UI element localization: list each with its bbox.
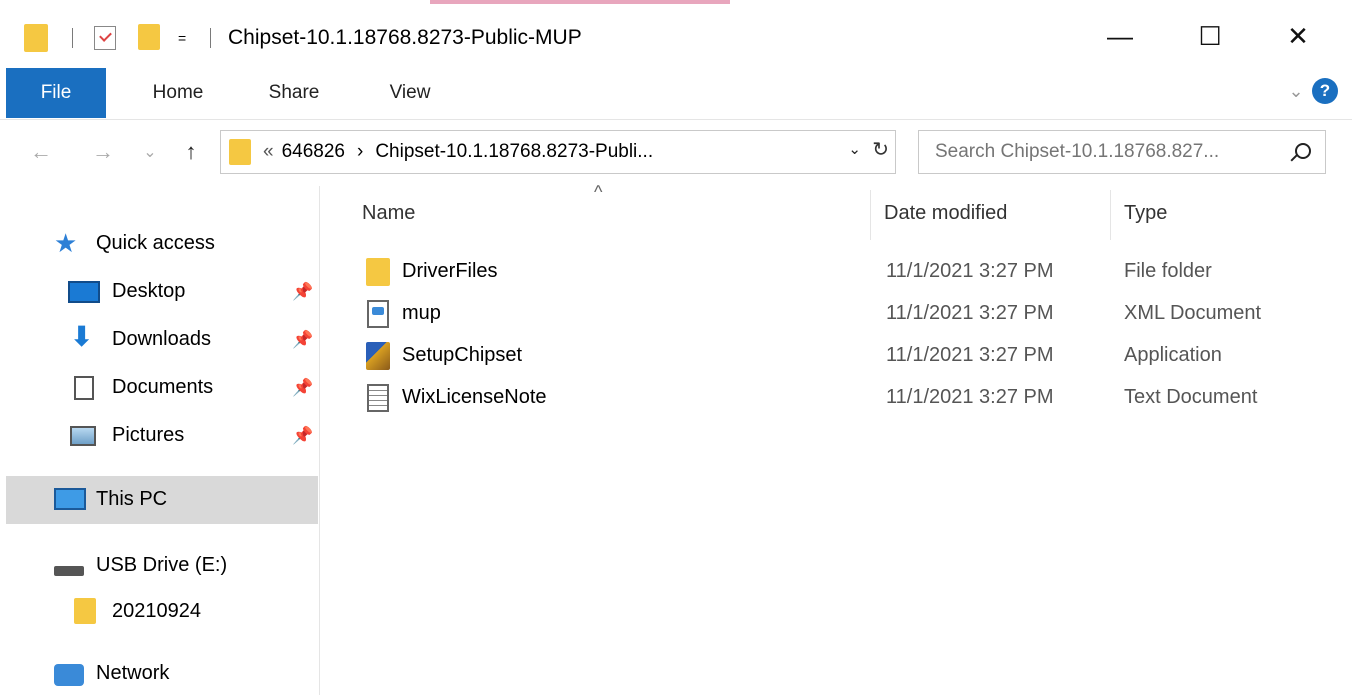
computer-icon [54,488,86,510]
properties-icon[interactable] [94,26,116,50]
ribbon-collapse-chevron-icon[interactable]: ⌄ [1284,78,1308,104]
pin-icon[interactable]: 📌 [292,330,313,350]
file-name: mup [402,302,441,324]
minimize-button[interactable]: — [1090,14,1150,58]
tab-view[interactable]: View [360,68,460,118]
usb-drive-icon [54,566,84,576]
title-separator [72,28,73,48]
pin-icon[interactable]: 📌 [292,426,313,446]
file-date: 11/1/2021 3:27 PM [886,344,1054,366]
customize-quick-access-dropdown[interactable]: = [178,30,186,46]
file-type: Text Document [1124,386,1258,408]
title-separator-2 [210,28,211,48]
file-date: 11/1/2021 3:27 PM [886,302,1054,324]
help-button[interactable]: ? [1312,78,1338,104]
sidebar-item-label: USB Drive (E:) [96,554,228,576]
sidebar-item-label: Documents [112,376,214,398]
list-item[interactable]: SetupChipset 11/1/2021 3:27 PM Applicati… [358,334,1338,376]
column-header-type[interactable]: Type [1124,186,1324,240]
up-button[interactable]: ↑ [176,132,206,172]
refresh-icon[interactable]: ↻ [872,137,889,162]
folder-icon [74,598,96,624]
file-list: ^ Name Date modified Type DriverFiles 11… [322,182,1352,695]
list-item[interactable]: mup 11/1/2021 3:27 PM XML Document [358,292,1338,334]
sidebar-item-label: Pictures [112,424,185,446]
navigation-pane: ★ Quick access Desktop 📌 ⬇ Downloads 📌 D… [0,186,320,695]
sidebar-item-quick-access[interactable]: ★ Quick access [6,222,318,266]
desktop-icon [68,281,100,303]
column-divider[interactable] [1110,190,1111,240]
breadcrumb-item[interactable]: Chipset-10.1.18768.8273-Publi... [375,141,653,163]
sidebar-item-this-pc[interactable]: This PC [6,476,318,524]
sidebar-item-documents[interactable]: Documents 📌 [6,366,318,410]
close-button[interactable]: ✕ [1268,14,1328,58]
quick-access-folder-icon [24,24,48,52]
column-header-name[interactable]: Name [362,186,862,240]
sidebar-item-label: Downloads [112,328,211,350]
sidebar-item-network[interactable]: Network [6,652,318,695]
search-icon[interactable] [1295,143,1311,159]
pictures-icon [70,426,96,446]
column-divider[interactable] [870,190,871,240]
file-type: File folder [1124,260,1212,282]
file-type: XML Document [1124,302,1262,324]
sidebar-item-usb-drive[interactable]: USB Drive (E:) [6,544,318,588]
back-button[interactable]: ← [26,132,56,172]
recent-locations-dropdown[interactable]: ⌄ [140,132,160,172]
breadcrumb-item[interactable]: 646826 [282,141,345,163]
help-icon: ? [1312,78,1338,104]
tab-file[interactable]: File [6,68,106,118]
text-document-icon [366,384,390,412]
window-title: Chipset-10.1.18768.8273-Public-MUP [228,26,582,49]
folder-icon [366,258,390,286]
file-name: WixLicenseNote [402,386,547,408]
file-date: 11/1/2021 3:27 PM [886,260,1054,282]
maximize-button[interactable]: ☐ [1180,14,1240,58]
list-item[interactable]: WixLicenseNote 11/1/2021 3:27 PM Text Do… [358,376,1338,418]
xml-document-icon [366,300,390,328]
sidebar-item-label: Quick access [96,232,215,254]
sidebar-item-label: Desktop [112,280,186,302]
star-icon: ★ [54,228,78,258]
file-name: SetupChipset [402,344,523,366]
sidebar-item-20210924[interactable]: 20210924 [6,590,318,634]
address-folder-icon [229,139,251,165]
breadcrumb-separator[interactable]: › [357,141,363,163]
navigation-bar: ← → ⌄ ↑ « 646826 › Chipset-10.1.18768.82… [0,122,1352,184]
sidebar-item-label: This PC [96,488,168,510]
new-folder-icon[interactable] [138,24,160,50]
list-item[interactable]: DriverFiles 11/1/2021 3:27 PM File folde… [358,250,1338,292]
sidebar-item-pictures[interactable]: Pictures 📌 [6,414,318,458]
downloads-icon: ⬇ [70,321,94,352]
file-type: Application [1124,344,1222,366]
file-name: DriverFiles [402,260,498,282]
tab-share[interactable]: Share [244,68,344,118]
sidebar-item-label: Network [96,662,170,684]
title-bar: = Chipset-10.1.18768.8273-Public-MUP — ☐… [0,0,1352,68]
breadcrumb-overflow[interactable]: « [263,141,274,163]
search-input[interactable] [935,141,1295,163]
tab-home[interactable]: Home [128,68,228,118]
sidebar-item-label: 20210924 [112,600,201,622]
sidebar-item-downloads[interactable]: ⬇ Downloads 📌 [6,318,318,362]
forward-button[interactable]: → [88,132,118,172]
network-icon [54,664,84,686]
search-box[interactable] [918,130,1326,174]
address-dropdown-icon[interactable]: ⌄ [848,140,861,158]
address-bar[interactable]: « 646826 › Chipset-10.1.18768.8273-Publi… [220,130,896,174]
application-icon [366,342,390,370]
pin-icon[interactable]: 📌 [292,282,313,302]
column-header-date-modified[interactable]: Date modified [884,186,1104,240]
file-date: 11/1/2021 3:27 PM [886,386,1054,408]
documents-icon [74,376,94,400]
pin-icon[interactable]: 📌 [292,378,313,398]
sidebar-item-desktop[interactable]: Desktop 📌 [6,270,318,314]
ribbon: File Home Share View ⌄ ? [0,68,1352,120]
